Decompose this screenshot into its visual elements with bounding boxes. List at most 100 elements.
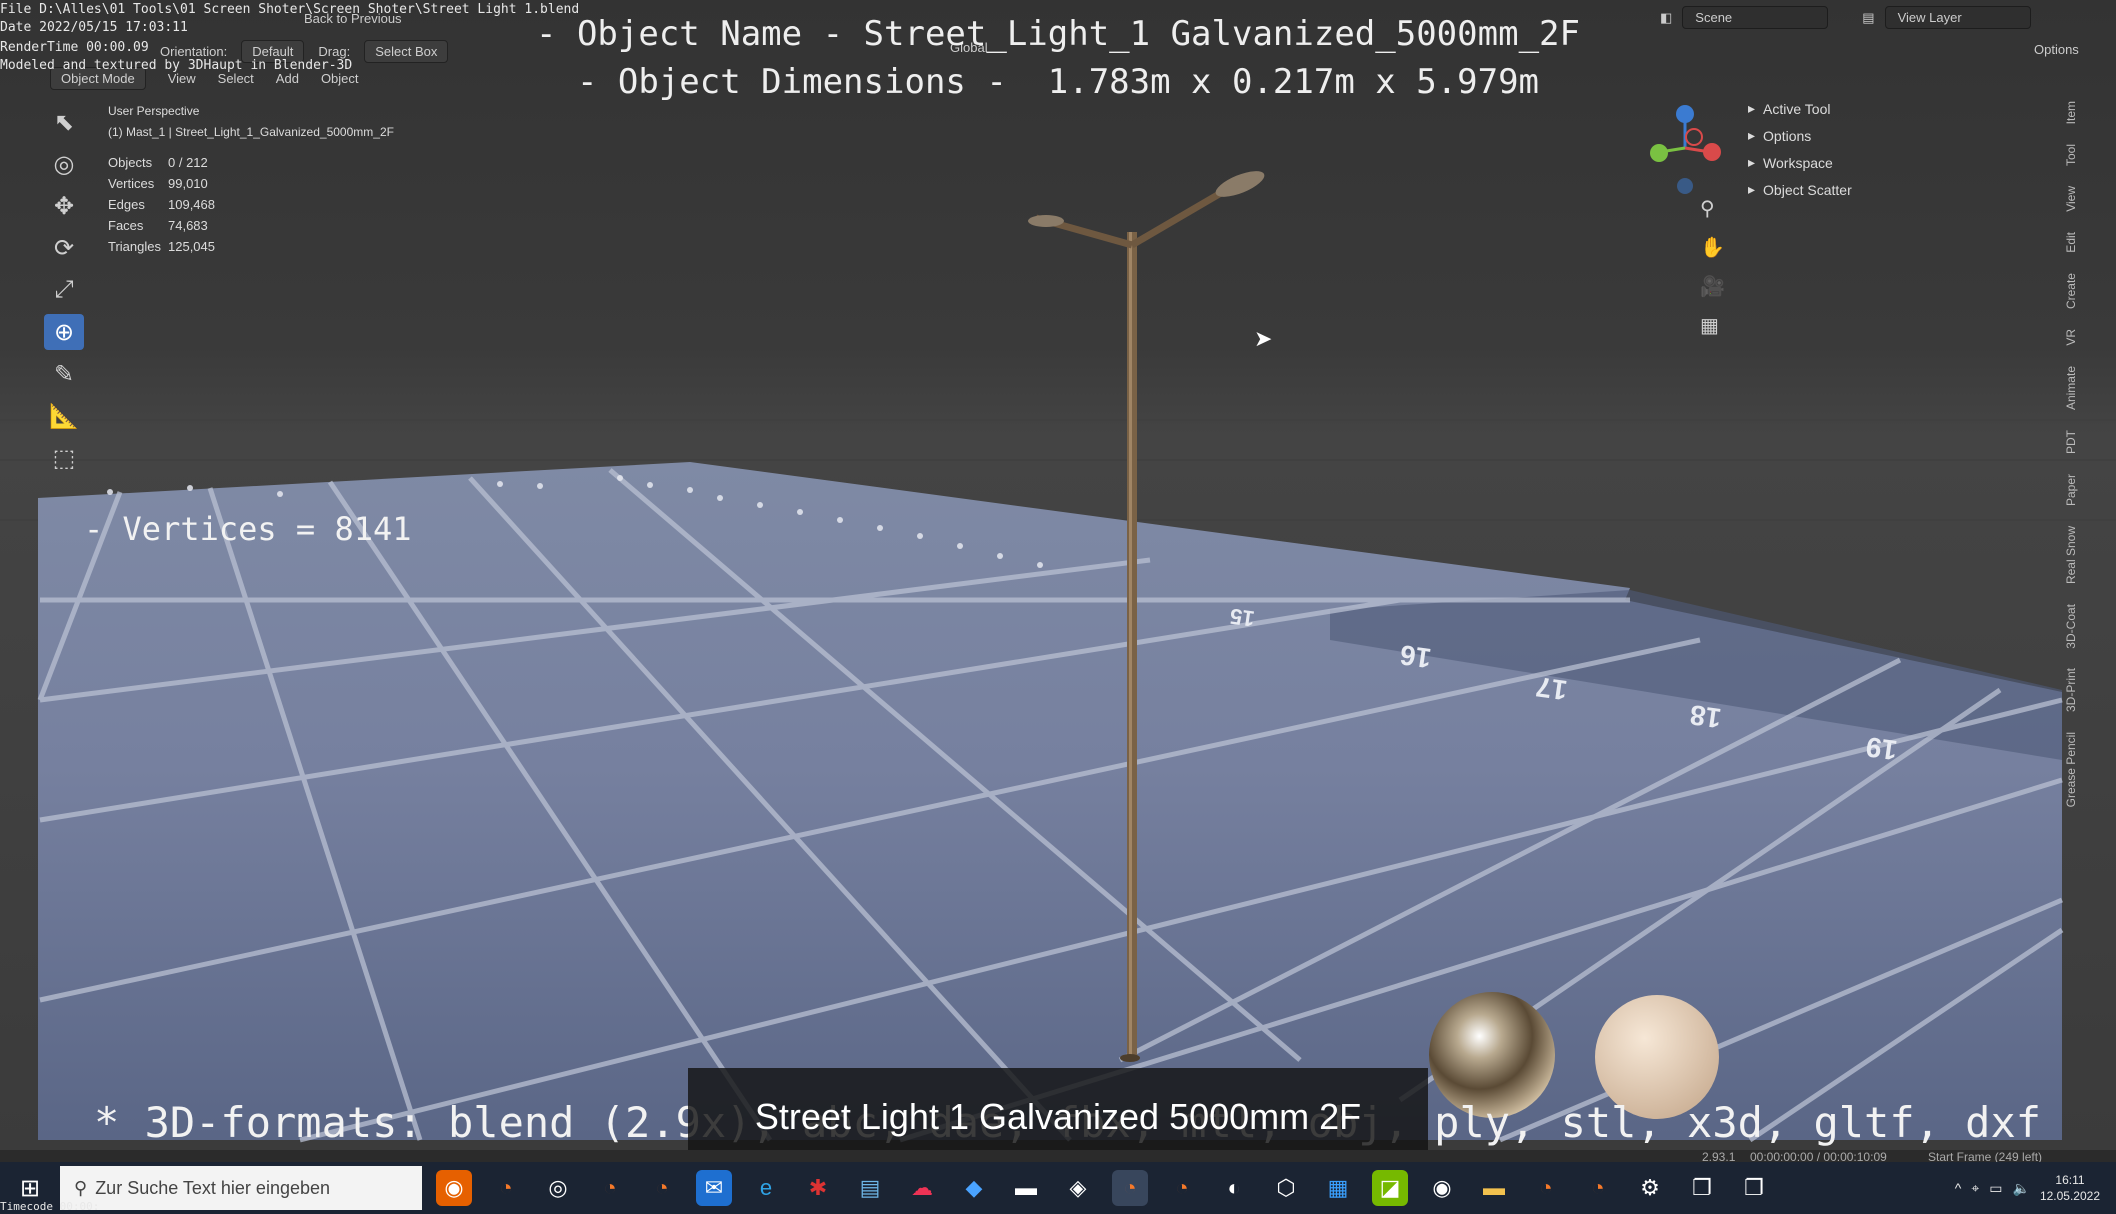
expand-arrow-icon: ▸ <box>1748 127 1756 143</box>
taskbar-search-box[interactable]: ⚲ Zur Suche Text hier eingeben <box>60 1166 422 1210</box>
panel-label: Workspace <box>1763 154 1833 171</box>
sidebar-panel: ▸ Active Tool ▸ Options ▸ Workspace ▸ Object… <box>1744 95 2060 203</box>
annotate-icon[interactable]: ✎ <box>44 356 84 392</box>
floor-label: 15 <box>1228 603 1257 632</box>
panel-label: Object Scatter <box>1763 181 1852 198</box>
stat-key: Faces <box>108 218 144 233</box>
timecode-text: Timecode 00:00: <box>0 1200 100 1213</box>
grid-view-icon[interactable]: ▦ <box>1700 313 1725 338</box>
tab-tool[interactable]: Tool <box>2064 138 2078 172</box>
scale-icon[interactable]: ⤢ <box>44 272 84 308</box>
tab-grease-pencil[interactable]: Grease Pencil <box>2064 726 2078 813</box>
stat-key: Vertices <box>108 176 155 191</box>
tab-edit[interactable]: Edit <box>2064 226 2078 259</box>
app-cloud-icon[interactable]: ☁ <box>904 1170 940 1206</box>
stat-row: Edges 109,468 <box>108 197 215 218</box>
stat-row: Triangles 125,045 <box>108 239 215 260</box>
shield-icon[interactable]: ◆ <box>956 1170 992 1206</box>
axis-gizmo[interactable] <box>1640 100 1730 200</box>
taskbar-apps: ◉ ◔ ◎ ◔ ◔ ✉ e ✱ ▤ ☁ ◆ ▬ ◈ ◔ ◔ ◐ ⬡ ▦ ◪ ◉ … <box>436 1170 1772 1206</box>
recorder-icon[interactable]: ◉ <box>1424 1170 1460 1206</box>
stat-key: Triangles <box>108 239 161 254</box>
stat-value: 74,683 <box>168 218 208 233</box>
stat-row: Objects 0 / 212 <box>108 155 215 176</box>
system-tray: ^ ⌖ ▭ 🔈 16:11 12.05.2022 <box>1955 1172 2116 1204</box>
tab-animate[interactable]: Animate <box>2064 360 2078 416</box>
expand-arrow-icon: ▸ <box>1748 181 1756 197</box>
vertices-overlay: - Vertices = 8141 <box>84 510 412 548</box>
battery-icon[interactable]: ▭ <box>1989 1180 2002 1197</box>
navigation-controls: ⚲ ✋ 🎥 ▦ <box>1700 196 1725 338</box>
tab-real-snow[interactable]: Real Snow <box>2064 520 2078 590</box>
stat-row: Faces 74,683 <box>108 218 215 239</box>
blender-icon[interactable]: ◔ <box>1580 1170 1616 1206</box>
cursor-icon[interactable]: ◎ <box>44 146 84 182</box>
move-icon[interactable]: ✥ <box>44 188 84 224</box>
stat-value: 0 / 212 <box>168 155 208 170</box>
calendar-icon[interactable]: ▦ <box>1320 1170 1356 1206</box>
stat-value: 99,010 <box>168 176 208 191</box>
clock[interactable]: 16:11 12.05.2022 <box>2040 1172 2100 1204</box>
panel-options[interactable]: ▸ Options <box>1744 122 2060 149</box>
search-icon: ⚲ <box>74 1177 88 1198</box>
transform-icon[interactable]: ⊕ <box>44 314 84 350</box>
tab-create[interactable]: Create <box>2064 267 2078 315</box>
panda-icon[interactable]: ◐ <box>1216 1170 1252 1206</box>
3d-viewport[interactable]: 16 17 18 19 15 Orientation: Default Drag… <box>0 0 2116 1150</box>
panel-workspace[interactable]: ▸ Workspace <box>1744 149 2060 176</box>
expand-arrow-icon: ▸ <box>1748 154 1756 170</box>
floor-label: 17 <box>1533 670 1570 707</box>
terminal-icon[interactable]: ▬ <box>1008 1170 1044 1206</box>
measure-icon[interactable]: 📐 <box>44 398 84 434</box>
stat-value: 125,045 <box>168 239 215 254</box>
volume-icon[interactable]: 🔈 <box>2013 1180 2030 1197</box>
window-icon[interactable]: ❐ <box>1684 1170 1720 1206</box>
tool-shelf: ⬉ ◎ ✥ ⟳ ⤢ ⊕ ✎ 📐 ⬚ <box>44 104 88 476</box>
stat-row: Vertices 99,010 <box>108 176 215 197</box>
chevron-up-icon[interactable]: ^ <box>1955 1180 1962 1196</box>
view-perspective-label: User Perspective <box>108 104 200 118</box>
blender-icon[interactable]: ◔ <box>1164 1170 1200 1206</box>
tab-pdt[interactable]: PDT <box>2064 424 2078 460</box>
settings-gear-icon[interactable]: ⚙ <box>1632 1170 1668 1206</box>
browser-icon[interactable]: ◎ <box>540 1170 576 1206</box>
tab-vr[interactable]: VR <box>2064 323 2078 352</box>
camera-icon[interactable]: 🎥 <box>1700 274 1725 299</box>
edge-icon[interactable]: e <box>748 1170 784 1206</box>
blender-active-icon[interactable]: ◔ <box>1112 1170 1148 1206</box>
game-icon[interactable]: ◈ <box>1060 1170 1096 1206</box>
video-caption: Street Light 1 Galvanized 5000mm 2F <box>688 1068 1428 1150</box>
panel-active-tool[interactable]: ▸ Active Tool <box>1744 95 2060 122</box>
rotate-icon[interactable]: ⟳ <box>44 230 84 266</box>
tab-3d-coat[interactable]: 3D-Coat <box>2064 598 2078 655</box>
blender-icon[interactable]: ◔ <box>644 1170 680 1206</box>
add-cube-icon[interactable]: ⬚ <box>44 440 84 476</box>
blender-icon[interactable]: ◔ <box>488 1170 524 1206</box>
firefox-icon[interactable]: ◉ <box>436 1170 472 1206</box>
tab-paper[interactable]: Paper <box>2064 468 2078 512</box>
mail-icon[interactable]: ✉ <box>696 1170 732 1206</box>
select-cursor-icon[interactable]: ⬉ <box>44 104 84 140</box>
clock-date: 12.05.2022 <box>2039 1189 2100 1203</box>
nvidia-icon[interactable]: ◪ <box>1372 1170 1408 1206</box>
blender-icon[interactable]: ◔ <box>592 1170 628 1206</box>
object-name-overlay: - Object Name - Street_Light_1 Galvanize… <box>536 14 1580 54</box>
panel-label: Active Tool <box>1763 100 1831 117</box>
floor-label: 19 <box>1863 730 1900 767</box>
blender-icon[interactable]: ◔ <box>1528 1170 1564 1206</box>
tab-view[interactable]: View <box>2064 180 2078 218</box>
pan-hand-icon[interactable]: ✋ <box>1700 235 1725 260</box>
sidebar-tabs: Item Tool View Edit Create VR Animate PD… <box>2058 95 2084 814</box>
cube-icon[interactable]: ⬡ <box>1268 1170 1304 1206</box>
tab-item[interactable]: Item <box>2064 95 2078 130</box>
app-red-icon[interactable]: ✱ <box>800 1170 836 1206</box>
network-icon[interactable]: ⌖ <box>1971 1180 1979 1197</box>
zoom-icon[interactable]: ⚲ <box>1700 196 1725 221</box>
tab-3d-print[interactable]: 3D-Print <box>2064 662 2078 718</box>
notes-icon[interactable]: ▤ <box>852 1170 888 1206</box>
panel-object-scatter[interactable]: ▸ Object Scatter <box>1744 176 2060 203</box>
window-icon[interactable]: ❐ <box>1736 1170 1772 1206</box>
mouse-pointer-icon: ➤ <box>1254 326 1273 351</box>
folder-icon[interactable]: ▬ <box>1476 1170 1512 1206</box>
windows-taskbar: ⊞ ⚲ Zur Suche Text hier eingeben ◉ ◔ ◎ ◔… <box>0 1162 2116 1214</box>
